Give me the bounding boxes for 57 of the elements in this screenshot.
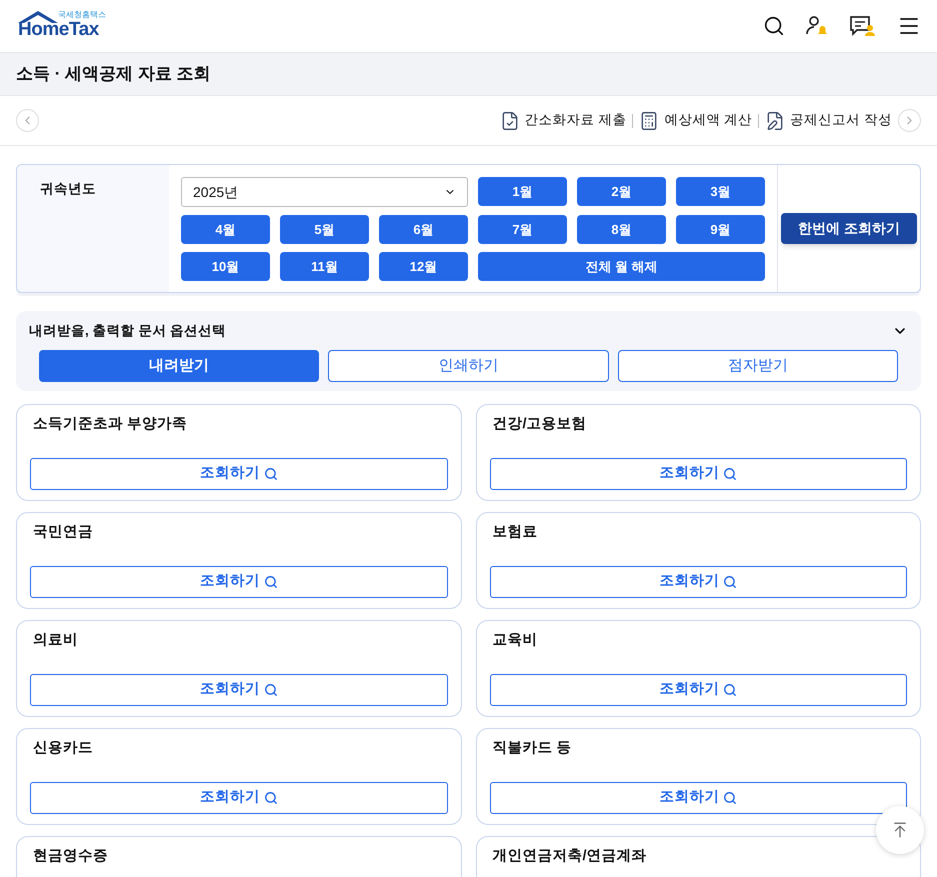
page-title: 소득 · 세액공제 자료 조회 [16,63,211,86]
view-button[interactable]: 조회하기 [30,674,448,706]
view-button[interactable]: 조회하기 [490,782,907,814]
month-button[interactable]: 6월 [379,215,468,244]
clear-months-button[interactable]: 전체 월 해제 [478,252,765,281]
view-button[interactable]: 조회하기 [490,458,907,490]
view-button[interactable]: 조회하기 [490,674,907,706]
search-icon [723,466,738,481]
card-title: 보험료 [492,523,538,542]
search-icon [723,790,738,805]
search-all-button[interactable]: 한번에 조회하기 [781,213,917,244]
card-title: 국민연금 [32,523,94,542]
month-button[interactable]: 11월 [280,252,369,281]
month-button[interactable]: 12월 [379,252,468,281]
card-title: 현금영수증 [32,847,109,866]
logo-subtitle: 국세청홈택스 [58,9,106,21]
month-button[interactable]: 9월 [676,215,765,244]
arrow-up-icon [891,821,909,839]
month-button[interactable]: 5월 [280,215,369,244]
scroll-top-button[interactable] [876,806,924,854]
card-title: 건강/고용보험 [492,415,588,434]
month-button[interactable]: 2월 [577,177,666,206]
toolbar-link[interactable]: 간소화자료 제출 [500,110,626,131]
option-tab[interactable]: 내려받기 [39,350,320,382]
card-title: 소득기준초과 부양가족 [32,415,188,434]
toolbar-link[interactable]: 공제신고서 작성 [765,110,892,131]
month-button[interactable]: 10월 [181,252,270,281]
hometax-logo[interactable]: 국세청홈택스 HomeTax [16,11,106,41]
month-button[interactable]: 1월 [478,177,567,206]
card-title: 직불카드 등 [492,739,573,758]
card-title: 교육비 [492,631,538,650]
view-button[interactable]: 조회하기 [490,566,907,598]
view-button[interactable]: 조회하기 [30,458,448,490]
year-select[interactable]: 2025년 [181,177,468,207]
search-icon [723,574,738,589]
month-button[interactable]: 4월 [181,215,270,244]
month-button[interactable]: 8월 [577,215,666,244]
search-icon [264,682,278,697]
search-icon [264,790,278,805]
card-title: 신용카드 [32,739,94,758]
view-button[interactable]: 조회하기 [30,782,448,814]
card-title: 의료비 [32,631,79,650]
search-icon[interactable] [763,15,785,37]
search-icon [723,682,738,697]
month-button[interactable]: 7월 [478,215,567,244]
view-button[interactable]: 조회하기 [30,566,448,598]
message-user-icon[interactable] [849,14,877,38]
month-button[interactable]: 3월 [676,177,765,206]
option-tab[interactable]: 점자받기 [618,350,898,382]
options-title: 내려받을, 출력할 문서 옵션선택 [29,322,226,340]
card-title: 개인연금저축/연금계좌 [492,847,648,866]
toolbar-link[interactable]: 예상세액 계산 [639,110,752,131]
logo-text: HomeTax [18,20,99,39]
search-icon [264,574,278,589]
year-label: 귀속년도 [40,181,96,196]
option-tab[interactable]: 인쇄하기 [328,350,609,382]
search-icon [264,466,278,481]
